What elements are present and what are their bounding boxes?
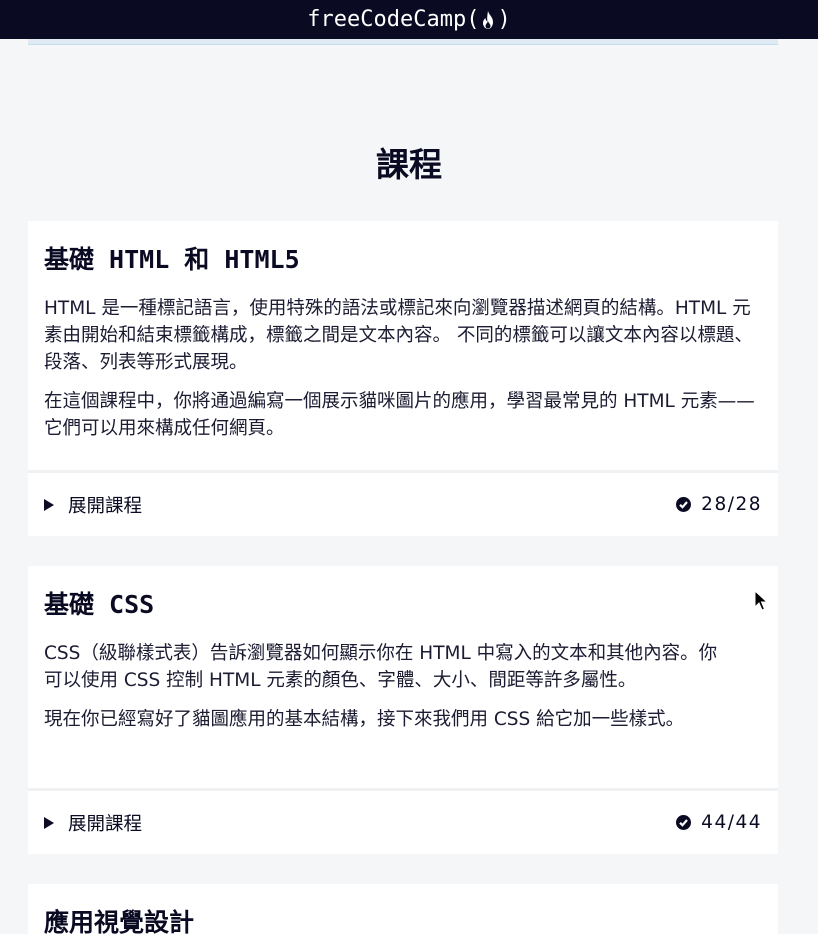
course-card-footer: 展開課程 28/28 xyxy=(28,470,778,536)
check-circle-icon xyxy=(676,815,692,830)
page-title: 課程 xyxy=(376,145,442,184)
course-card: 應用視覺設計 xyxy=(28,884,778,934)
expand-course-button[interactable]: 展開課程 xyxy=(44,492,142,518)
top-strip-divider xyxy=(28,39,778,45)
brand-text-right: ) xyxy=(497,7,511,32)
flame-icon xyxy=(480,10,496,30)
course-card-footer: 展開課程 44/44 xyxy=(28,788,778,854)
course-description: HTML 是一種標記語言，使用特殊的語法或標記來向瀏覽器描述網頁的結構。HTML… xyxy=(44,298,753,373)
course-description: 在這個課程中，你將通過編寫一個展示貓咪圖片的應用，學習最常見的 HTML 元素—… xyxy=(44,391,755,439)
course-card-body: 基礎 CSS CSS（級聯樣式表）告訴瀏覽器如何顯示你在 HTML 中寫入的文本… xyxy=(28,566,778,749)
course-progress: 44/44 xyxy=(676,812,762,833)
top-navbar: freeCodeCamp( ) xyxy=(0,0,818,39)
progress-count: 44/44 xyxy=(701,812,762,833)
course-description: 現在你已經寫好了貓圖應用的基本結構，接下來我們用 CSS 給它加一些樣式。 xyxy=(44,709,685,730)
course-description: CSS（級聯樣式表）告訴瀏覽器如何顯示你在 HTML 中寫入的文本和其他內容。你… xyxy=(44,643,718,691)
triangle-right-icon xyxy=(44,498,54,511)
progress-count: 28/28 xyxy=(701,494,762,515)
expand-course-button[interactable]: 展開課程 xyxy=(44,810,142,836)
course-card: 基礎 HTML 和 HTML5 HTML 是一種標記語言，使用特殊的語法或標記來… xyxy=(28,221,778,536)
triangle-right-icon xyxy=(44,816,54,829)
expand-course-label: 展開課程 xyxy=(68,813,143,835)
expand-course-label: 展開課程 xyxy=(68,495,143,517)
brand-text-left: freeCodeCamp( xyxy=(307,7,480,32)
course-card: 基礎 CSS CSS（級聯樣式表）告訴瀏覽器如何顯示你在 HTML 中寫入的文本… xyxy=(28,566,778,854)
mouse-cursor-icon xyxy=(754,590,768,611)
course-card-body: 應用視覺設計 xyxy=(28,884,778,934)
check-circle-icon xyxy=(676,497,692,512)
course-progress: 28/28 xyxy=(676,494,762,515)
course-title: 基礎 CSS xyxy=(44,590,155,619)
course-title: 應用視覺設計 xyxy=(44,908,195,934)
freecodecamp-logo[interactable]: freeCodeCamp( ) xyxy=(307,7,510,32)
course-card-body: 基礎 HTML 和 HTML5 HTML 是一種標記語言，使用特殊的語法或標記來… xyxy=(28,221,778,458)
course-title: 基礎 HTML 和 HTML5 xyxy=(44,245,300,274)
